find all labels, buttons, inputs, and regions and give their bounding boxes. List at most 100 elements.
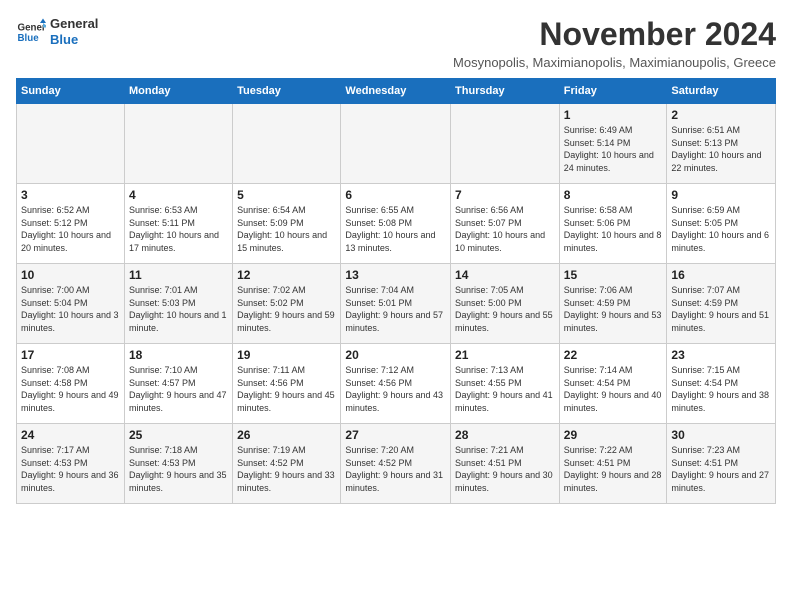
day-info: Sunrise: 7:22 AM Sunset: 4:51 PM Dayligh… [564,444,663,494]
header-friday: Friday [559,79,667,104]
calendar-cell: 18 Sunrise: 7:10 AM Sunset: 4:57 PM Dayli… [124,344,232,424]
header-monday: Monday [124,79,232,104]
calendar-cell [341,104,451,184]
day-number: 12 [237,268,336,282]
calendar-cell: 6 Sunrise: 6:55 AM Sunset: 5:08 PM Daylig… [341,184,451,264]
header-thursday: Thursday [451,79,560,104]
day-number: 8 [564,188,663,202]
day-number: 11 [129,268,228,282]
day-info: Sunrise: 6:56 AM Sunset: 5:07 PM Dayligh… [455,204,555,254]
day-info: Sunrise: 7:01 AM Sunset: 5:03 PM Dayligh… [129,284,228,334]
day-number: 5 [237,188,336,202]
day-info: Sunrise: 6:55 AM Sunset: 5:08 PM Dayligh… [345,204,446,254]
calendar-cell [233,104,341,184]
logo-text: General Blue [50,16,98,47]
calendar-cell: 23 Sunrise: 7:15 AM Sunset: 4:54 PM Dayli… [667,344,776,424]
day-number: 4 [129,188,228,202]
calendar-cell: 14Sunrise: 7:05 AM Sunset: 5:00 PM Dayli… [451,264,560,344]
day-number: 14 [455,268,555,282]
calendar-cell: 5 Sunrise: 6:54 AM Sunset: 5:09 PM Daylig… [233,184,341,264]
location-title: Mosynopolis, Maximianopolis, Maximianoup… [453,55,776,70]
calendar-cell: 9Sunrise: 6:59 AM Sunset: 5:05 PM Daylig… [667,184,776,264]
calendar-cell: 24Sunrise: 7:17 AM Sunset: 4:53 PM Dayli… [17,424,125,504]
day-number: 30 [671,428,771,442]
calendar-cell: 17 Sunrise: 7:08 AM Sunset: 4:58 PM Dayli… [17,344,125,424]
calendar-cell: 13 Sunrise: 7:04 AM Sunset: 5:01 PM Dayli… [341,264,451,344]
header-tuesday: Tuesday [233,79,341,104]
calendar-cell: 21 Sunrise: 7:13 AM Sunset: 4:55 PM Dayli… [451,344,560,424]
day-info: Sunrise: 6:53 AM Sunset: 5:11 PM Dayligh… [129,204,228,254]
header-sunday: Sunday [17,79,125,104]
day-info: Sunrise: 7:13 AM Sunset: 4:55 PM Dayligh… [455,364,555,414]
calendar-cell: 15Sunrise: 7:06 AM Sunset: 4:59 PM Dayli… [559,264,667,344]
calendar-cell: 19Sunrise: 7:11 AM Sunset: 4:56 PM Dayli… [233,344,341,424]
day-info: Sunrise: 6:49 AM Sunset: 5:14 PM Dayligh… [564,124,663,174]
logo-icon: General Blue [16,17,46,47]
day-info: Sunrise: 6:54 AM Sunset: 5:09 PM Dayligh… [237,204,336,254]
day-info: Sunrise: 7:21 AM Sunset: 4:51 PM Dayligh… [455,444,555,494]
svg-text:Blue: Blue [18,33,40,44]
day-number: 10 [21,268,120,282]
calendar-cell [17,104,125,184]
day-number: 15 [564,268,663,282]
day-info: Sunrise: 7:12 AM Sunset: 4:56 PM Dayligh… [345,364,446,414]
day-info: Sunrise: 7:07 AM Sunset: 4:59 PM Dayligh… [671,284,771,334]
day-info: Sunrise: 6:59 AM Sunset: 5:05 PM Dayligh… [671,204,771,254]
day-number: 19 [237,348,336,362]
calendar-week-row: 17 Sunrise: 7:08 AM Sunset: 4:58 PM Dayli… [17,344,776,424]
calendar-cell: 10 Sunrise: 7:00 AM Sunset: 5:04 PM Dayli… [17,264,125,344]
calendar-cell: 11 Sunrise: 7:01 AM Sunset: 5:03 PM Dayli… [124,264,232,344]
day-number: 6 [345,188,446,202]
calendar-cell [124,104,232,184]
calendar-cell: 12 Sunrise: 7:02 AM Sunset: 5:02 PM Dayli… [233,264,341,344]
day-number: 7 [455,188,555,202]
day-number: 26 [237,428,336,442]
calendar-cell: 28Sunrise: 7:21 AM Sunset: 4:51 PM Dayli… [451,424,560,504]
day-number: 22 [564,348,663,362]
day-number: 16 [671,268,771,282]
day-number: 25 [129,428,228,442]
calendar-week-row: 3Sunrise: 6:52 AM Sunset: 5:12 PM Daylig… [17,184,776,264]
calendar-cell: 20 Sunrise: 7:12 AM Sunset: 4:56 PM Dayli… [341,344,451,424]
calendar-cell: 22Sunrise: 7:14 AM Sunset: 4:54 PM Dayli… [559,344,667,424]
day-number: 18 [129,348,228,362]
calendar-table: SundayMondayTuesdayWednesdayThursdayFrid… [16,78,776,504]
header-saturday: Saturday [667,79,776,104]
day-number: 24 [21,428,120,442]
month-title: November 2024 [453,16,776,53]
day-info: Sunrise: 6:51 AM Sunset: 5:13 PM Dayligh… [671,124,771,174]
day-info: Sunrise: 7:02 AM Sunset: 5:02 PM Dayligh… [237,284,336,334]
day-info: Sunrise: 7:19 AM Sunset: 4:52 PM Dayligh… [237,444,336,494]
calendar-cell: 8 Sunrise: 6:58 AM Sunset: 5:06 PM Daylig… [559,184,667,264]
calendar-cell: 4 Sunrise: 6:53 AM Sunset: 5:11 PM Daylig… [124,184,232,264]
day-info: Sunrise: 7:10 AM Sunset: 4:57 PM Dayligh… [129,364,228,414]
calendar-cell: 16 Sunrise: 7:07 AM Sunset: 4:59 PM Dayli… [667,264,776,344]
calendar-cell: 2Sunrise: 6:51 AM Sunset: 5:13 PM Daylig… [667,104,776,184]
day-number: 21 [455,348,555,362]
logo: General Blue General Blue [16,16,98,47]
day-number: 13 [345,268,446,282]
day-info: Sunrise: 7:18 AM Sunset: 4:53 PM Dayligh… [129,444,228,494]
calendar-cell [451,104,560,184]
day-info: Sunrise: 7:15 AM Sunset: 4:54 PM Dayligh… [671,364,771,414]
day-number: 20 [345,348,446,362]
calendar-cell: 25 Sunrise: 7:18 AM Sunset: 4:53 PM Dayli… [124,424,232,504]
calendar-cell: 29 Sunrise: 7:22 AM Sunset: 4:51 PM Dayli… [559,424,667,504]
day-number: 3 [21,188,120,202]
day-info: Sunrise: 7:04 AM Sunset: 5:01 PM Dayligh… [345,284,446,334]
day-info: Sunrise: 7:08 AM Sunset: 4:58 PM Dayligh… [21,364,120,414]
calendar-cell: 3Sunrise: 6:52 AM Sunset: 5:12 PM Daylig… [17,184,125,264]
day-info: Sunrise: 7:00 AM Sunset: 5:04 PM Dayligh… [21,284,120,334]
calendar-cell: 26 Sunrise: 7:19 AM Sunset: 4:52 PM Dayli… [233,424,341,504]
calendar-week-row: 1Sunrise: 6:49 AM Sunset: 5:14 PM Daylig… [17,104,776,184]
header-wednesday: Wednesday [341,79,451,104]
svg-text:General: General [18,22,47,33]
title-area: November 2024 Mosynopolis, Maximianopoli… [453,16,776,70]
day-number: 17 [21,348,120,362]
calendar-cell: 30Sunrise: 7:23 AM Sunset: 4:51 PM Dayli… [667,424,776,504]
page-header: General Blue General Blue November 2024 … [16,16,776,70]
day-number: 23 [671,348,771,362]
day-number: 29 [564,428,663,442]
calendar-cell: 27Sunrise: 7:20 AM Sunset: 4:52 PM Dayli… [341,424,451,504]
day-info: Sunrise: 6:58 AM Sunset: 5:06 PM Dayligh… [564,204,663,254]
